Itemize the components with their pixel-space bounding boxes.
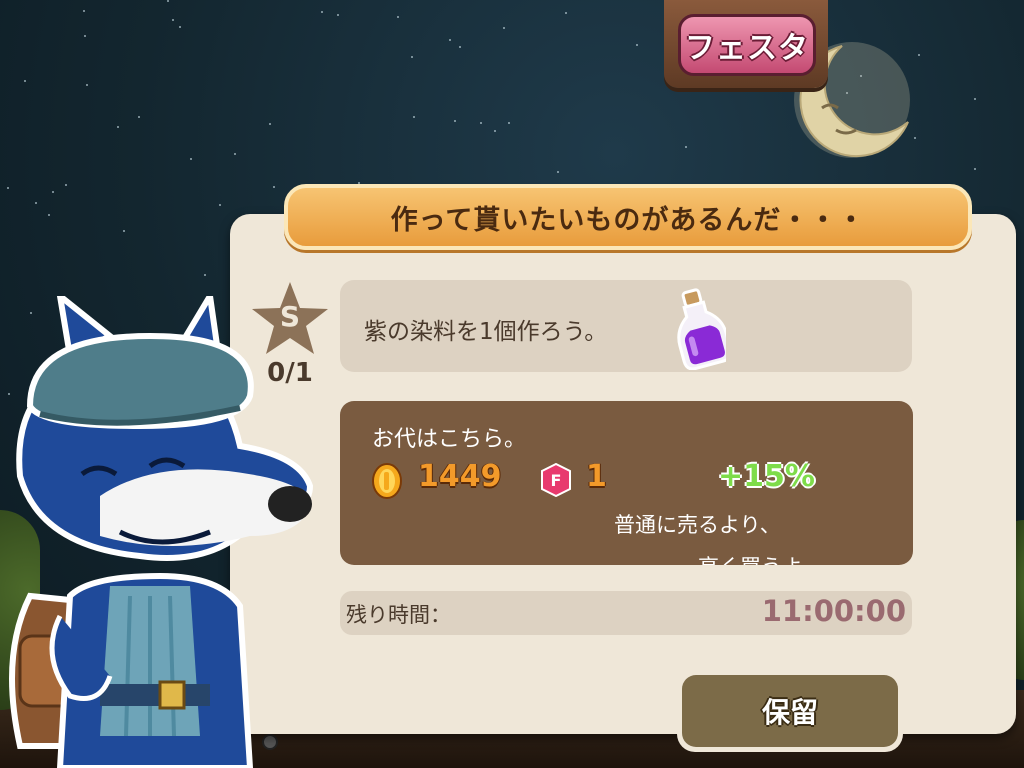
reward-title: お代はこちら。 — [372, 427, 527, 452]
star — [234, 153, 236, 155]
coin-amount: 1449 — [418, 459, 502, 494]
star — [494, 130, 496, 132]
star — [321, 11, 323, 13]
star — [269, 123, 271, 125]
request-panel: 紫の染料を1個作ろう。 お代はこちら。 1449 F 1 +15% 普通に売るよ… — [230, 214, 1016, 734]
hold-button[interactable]: 保留 — [677, 670, 903, 752]
star — [65, 184, 67, 186]
quest-text: 紫の染料を1個作ろう。 — [364, 319, 608, 345]
bonus-note-line2: 高く買うよ — [698, 551, 803, 565]
hold-button-label: 保留 — [682, 675, 898, 747]
star — [411, 56, 413, 58]
star — [35, 202, 37, 204]
star — [508, 122, 510, 124]
star — [48, 214, 50, 216]
coin-icon — [372, 463, 402, 499]
festa-gem-icon: F — [541, 463, 571, 497]
star — [636, 44, 638, 46]
star — [480, 122, 482, 124]
request-title-banner: 作って貰いたいものがあるんだ・・・ — [284, 184, 972, 250]
star — [503, 27, 505, 29]
star — [190, 158, 192, 160]
festa-button[interactable]: フェスタ — [678, 14, 816, 76]
remaining-time-value: 11:00:00 — [761, 594, 906, 628]
star — [84, 35, 86, 37]
star — [179, 26, 181, 28]
gem-amount: 1 — [586, 459, 607, 494]
star — [138, 116, 140, 118]
quest-box: 紫の染料を1個作ろう。 — [340, 280, 912, 372]
star — [167, 0, 169, 2]
star — [86, 84, 88, 86]
star — [454, 120, 456, 122]
festa-sign: フェスタ — [664, 0, 828, 88]
bonus-note-line1: 普通に売るより、 — [614, 513, 781, 537]
star — [565, 12, 567, 14]
star — [219, 204, 221, 206]
star — [413, 116, 415, 118]
star — [397, 16, 399, 18]
star — [83, 10, 85, 12]
star — [337, 14, 339, 16]
star — [123, 230, 125, 232]
purple-potion-icon — [677, 288, 726, 370]
remaining-time-box: 残り時間： 11:00:00 — [340, 591, 912, 635]
bonus-percent: +15% — [718, 459, 815, 494]
gem-letter: F — [551, 471, 562, 490]
reward-box: お代はこちら。 1449 F 1 +15% 普通に売るより、 高く買うよ — [340, 401, 913, 565]
star — [172, 19, 174, 21]
star — [273, 186, 275, 188]
star — [557, 171, 559, 173]
star — [24, 80, 26, 82]
star — [52, 191, 54, 193]
star — [974, 98, 976, 100]
star — [685, 146, 687, 148]
star — [117, 126, 119, 128]
star — [974, 168, 976, 170]
wolf-merchant-character — [9, 296, 314, 768]
star — [459, 46, 461, 48]
star — [204, 274, 206, 276]
remaining-time-label: 残り時間： — [346, 603, 451, 627]
request-title: 作って貰いたいものがあるんだ・・・ — [390, 204, 866, 236]
star — [7, 187, 9, 189]
star — [449, 39, 451, 41]
